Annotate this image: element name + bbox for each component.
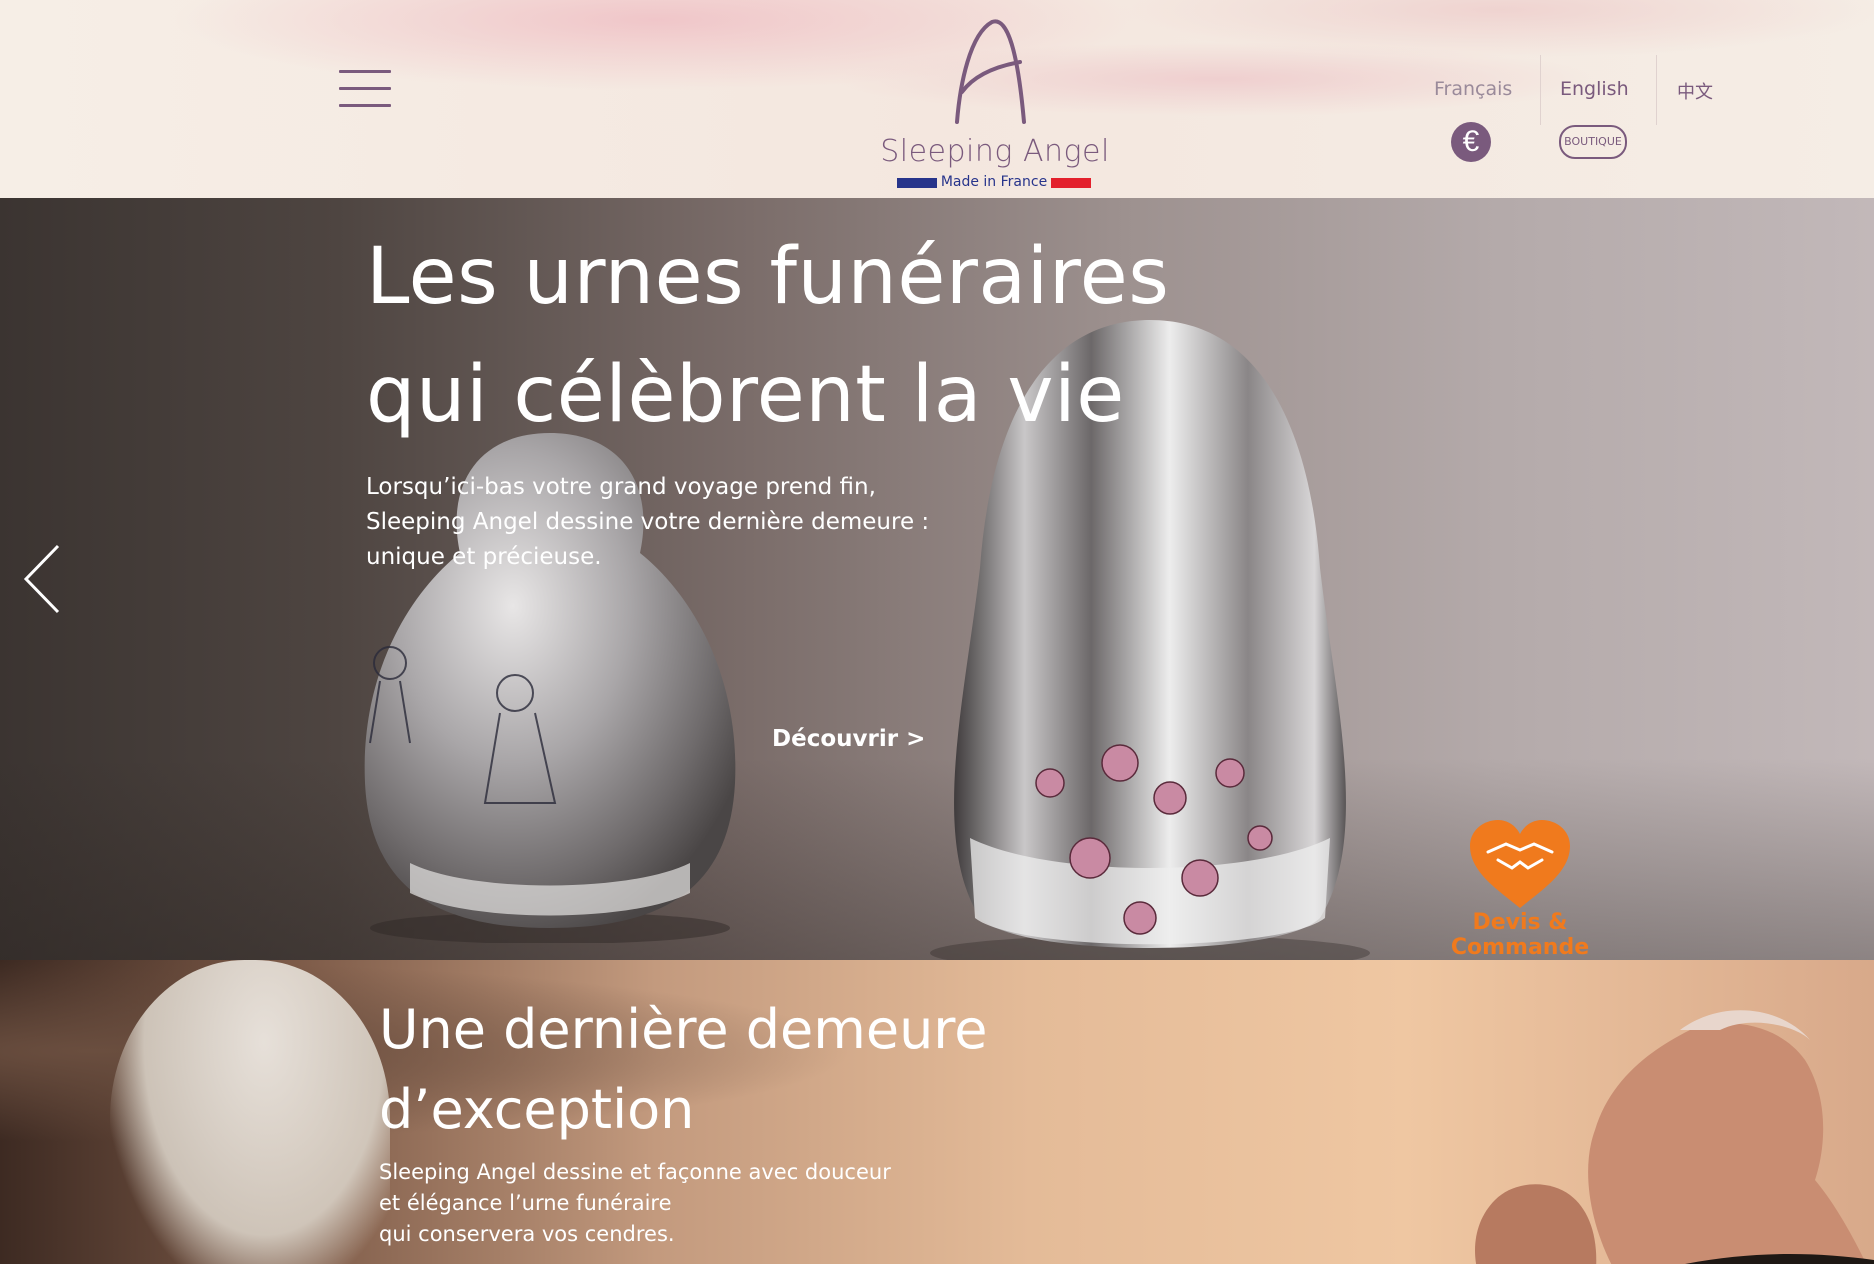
menu-hamburger-icon[interactable] [339, 70, 391, 108]
section-description: Sleeping Angel dessine et façonne avec d… [379, 1157, 939, 1250]
white-urn-image [110, 960, 390, 1264]
discover-link[interactable]: Découvrir > [772, 726, 925, 752]
made-in-france-badge: Made in France [897, 174, 1091, 190]
hero-subtitle-line1: Lorsqu’ici-bas votre grand voyage prend … [366, 474, 876, 500]
angel-logo-icon [955, 19, 1026, 124]
section-text-line1: Sleeping Angel dessine et façonne avec d… [379, 1160, 891, 1184]
section-text-line3: qui conservera vos cendres. [379, 1222, 675, 1246]
currency-euro-button[interactable]: € [1451, 122, 1491, 162]
lang-francais-link[interactable]: Français [1434, 78, 1512, 100]
made-in-france-text: Made in France [940, 174, 1048, 190]
hero-slider: Les urnes funéraires qui célèbrent la vi… [0, 198, 1874, 960]
hero-title: Les urnes funéraires qui célèbrent la vi… [366, 218, 1169, 454]
slider-prev-arrow-icon[interactable] [22, 543, 62, 615]
hero-subtitle-line3: unique et précieuse. [366, 544, 602, 570]
boutique-button[interactable]: BOUTIQUE [1559, 125, 1627, 159]
section-title-line1: Une dernière demeure [379, 998, 988, 1061]
section-exception: Une dernière demeure d’exception Sleepin… [0, 960, 1874, 1264]
heart-handshake-icon [1470, 820, 1570, 908]
hero-title-line2: qui célèbrent la vie [366, 350, 1125, 440]
elderly-couple-image [1475, 1010, 1874, 1264]
lang-chinese-link[interactable]: 中文 [1677, 78, 1713, 104]
site-header: Sleeping Angel Made in France Français E… [0, 0, 1874, 198]
section-title: Une dernière demeure d’exception [379, 990, 988, 1150]
section-title-line2: d’exception [379, 1078, 695, 1141]
section-text-line2: et élégance l’urne funéraire [379, 1191, 672, 1215]
brand-name: Sleeping Angel [880, 134, 1110, 169]
lang-english-link[interactable]: English [1560, 78, 1629, 100]
hero-subtitle: Lorsqu’ici-bas votre grand voyage prend … [366, 470, 986, 575]
devis-commande-label: Devis & Commande [1450, 910, 1590, 960]
lang-divider [1540, 55, 1541, 125]
devis-commande-button[interactable]: Devis & Commande [1400, 820, 1640, 960]
brand-logo[interactable]: Sleeping Angel Made in France [880, 10, 1110, 192]
flag-blue-stripe [897, 178, 937, 188]
flag-red-stripe [1051, 178, 1091, 188]
hero-title-line1: Les urnes funéraires [366, 232, 1170, 322]
hero-subtitle-line2: Sleeping Angel dessine votre dernière de… [366, 509, 930, 535]
lang-divider [1656, 55, 1657, 125]
